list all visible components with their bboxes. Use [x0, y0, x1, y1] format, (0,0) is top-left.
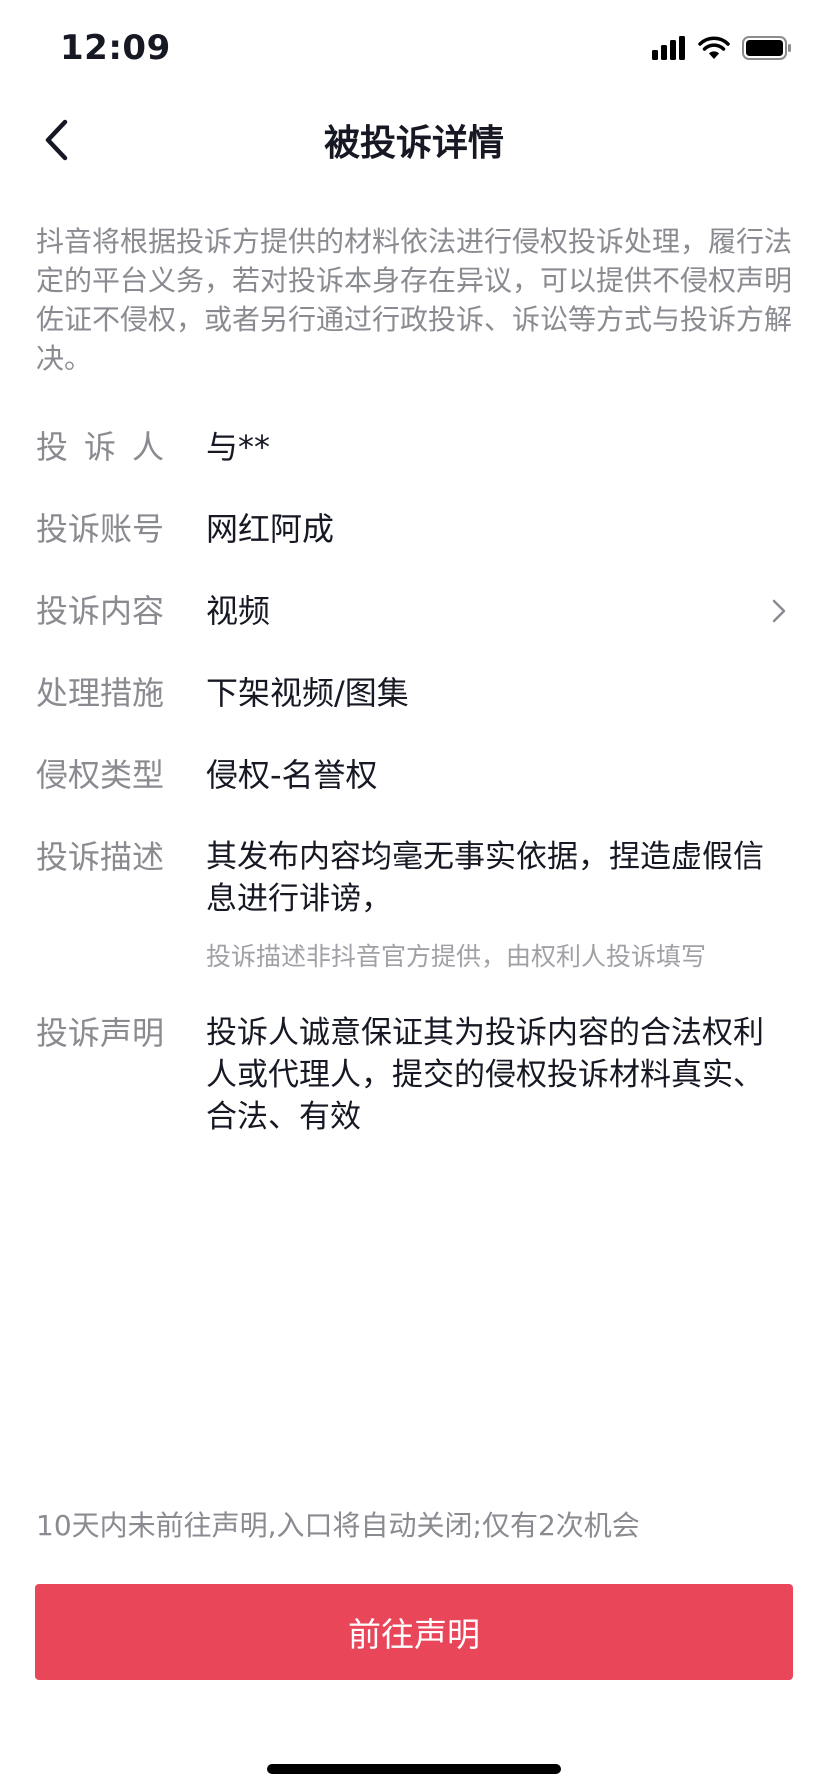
status-time: 12:09 — [60, 28, 171, 68]
row-label: 侵权类型 — [36, 756, 165, 794]
footer-note: 10天内未前往声明,入口将自动关闭;仅有2次机会 — [36, 1509, 640, 1542]
row-value: 投诉人诚意保证其为投诉内容的合法权利人或代理人，提交的侵权投诉材料真实、合法、有… — [206, 1015, 764, 1135]
go-declare-button[interactable]: 前往声明 — [35, 1584, 793, 1680]
row-value: 下架视频/图集 — [206, 674, 409, 712]
page-title: 被投诉详情 — [323, 123, 504, 164]
wifi-icon — [698, 36, 730, 59]
row-content[interactable]: 投诉内容 视频 — [36, 590, 792, 632]
row-value: 侵权-名誉权 — [206, 756, 378, 794]
row-statement: 投诉声明 投诉人诚意保证其为投诉内容的合法权利人或代理人，提交的侵权投诉材料真实… — [36, 1012, 792, 1138]
row-value: 视频 — [206, 592, 271, 630]
row-type: 侵权类型 侵权-名誉权 — [36, 754, 792, 796]
row-label: 处理措施 — [36, 674, 165, 712]
row-value: 其发布内容均毫无事实依据，捏造虚假信息进行诽谤， — [206, 839, 764, 917]
notice-text: 抖音将根据投诉方提供的材料依法进行侵权投诉处理，履行法定的平台义务，若对投诉本身… — [36, 225, 793, 375]
row-description: 投诉描述 其发布内容均毫无事实依据，捏造虚假信息进行诽谤， — [36, 836, 792, 920]
row-label: 投诉声明 — [36, 1014, 165, 1052]
status-icons — [652, 36, 792, 60]
row-measure: 处理措施 下架视频/图集 — [36, 672, 792, 714]
row-complainant: 投诉人 与** — [36, 426, 792, 468]
status-bar: 12:09 — [0, 0, 828, 100]
home-indicator — [267, 1764, 561, 1774]
row-value: 网红阿成 — [206, 510, 335, 548]
description-hint: 投诉描述非抖音官方提供，由权利人投诉填写 — [206, 942, 707, 971]
nav-bar: 被投诉详情 — [0, 100, 828, 180]
row-label: 投诉人 — [36, 428, 181, 466]
cellular-signal-icon — [652, 36, 685, 60]
row-label: 投诉内容 — [36, 592, 165, 630]
row-label: 投诉描述 — [36, 838, 165, 876]
detail-list: 投诉人 与** 投诉账号 网红阿成 投诉内容 视频 处理措施 下架视频/图集 侵… — [36, 426, 792, 1138]
battery-icon — [742, 36, 791, 60]
row-value: 与** — [206, 428, 271, 466]
row-account: 投诉账号 网红阿成 — [36, 508, 792, 550]
chevron-right-icon — [772, 599, 786, 623]
row-label: 投诉账号 — [36, 510, 165, 548]
